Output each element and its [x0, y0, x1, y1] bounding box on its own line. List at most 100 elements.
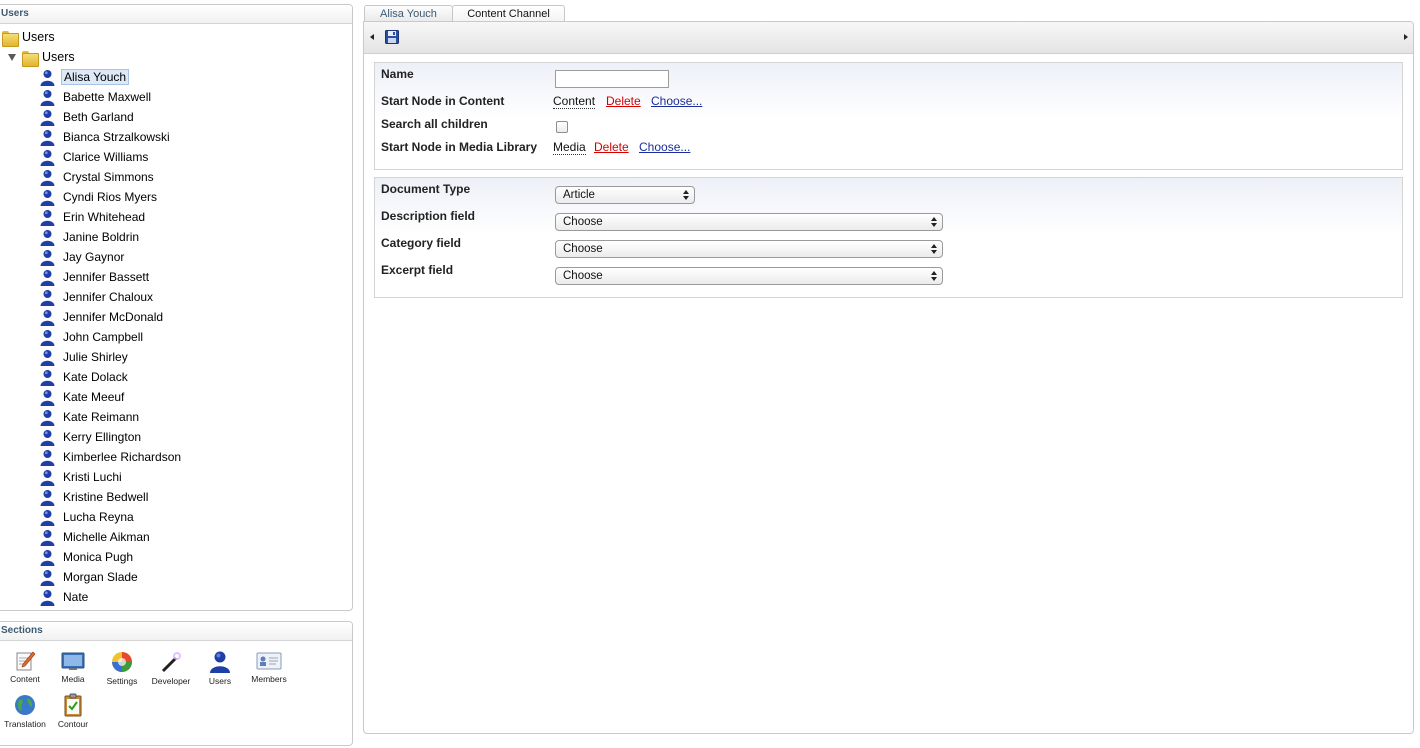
tree-node-user[interactable]: Bianca Strzalkowski: [40, 127, 172, 147]
tab-alisa-youch[interactable]: Alisa Youch: [364, 5, 453, 22]
search-children-checkbox[interactable]: [556, 121, 568, 133]
excerpt-field-label: Excerpt field: [381, 263, 454, 277]
user-icon: [40, 249, 55, 266]
sections-panel-header: Sections: [0, 622, 352, 641]
tree-node-user[interactable]: Monica Pugh: [40, 547, 135, 567]
tree-node-user[interactable]: Beth Garland: [40, 107, 136, 127]
start-node-media-delete-link[interactable]: Delete: [594, 140, 629, 154]
tree-node-user[interactable]: Clarice Williams: [40, 147, 150, 167]
start-node-content-delete-link[interactable]: Delete: [606, 94, 641, 108]
tree-node-user[interactable]: Jay Gaynor: [40, 247, 126, 267]
tree-node-user[interactable]: Nate: [40, 587, 90, 607]
select-arrows-icon: [683, 190, 689, 200]
select-value: Choose: [563, 216, 603, 228]
tree-node-user[interactable]: Kerry Ellington: [40, 427, 143, 447]
select-value: Article: [563, 189, 595, 201]
tree-node-user[interactable]: Babette Maxwell: [40, 87, 153, 107]
tree-node-user[interactable]: Kate Dolack: [40, 367, 130, 387]
scroll-right-icon[interactable]: [1404, 34, 1408, 40]
section-translation[interactable]: Translation: [3, 693, 47, 729]
tree-node-users-folder[interactable]: Users: [8, 47, 75, 67]
select-arrows-icon: [931, 244, 937, 254]
user-icon: [40, 289, 55, 306]
users-tree-panel: Users Users Users Alisa Youch Babette Max…: [0, 4, 353, 611]
scroll-left-icon[interactable]: [370, 34, 374, 40]
category-field-label: Category field: [381, 236, 462, 250]
section-contour[interactable]: Contour: [51, 693, 95, 729]
content-icon: [16, 651, 36, 671]
tree-node-root[interactable]: Users: [2, 27, 55, 47]
contour-icon: [64, 693, 82, 717]
section-label: Settings: [106, 676, 138, 686]
tree-node-user[interactable]: Kate Meeuf: [40, 387, 126, 407]
user-icon: [40, 369, 55, 386]
section-label: Contour: [57, 719, 89, 729]
user-icon: [40, 429, 55, 446]
tree-node-label: Erin Whitehead: [63, 210, 146, 224]
tree-node-user[interactable]: Kristi Luchi: [40, 467, 124, 487]
folder-icon: [2, 30, 19, 47]
user-icon: [40, 309, 55, 326]
tree-node-user[interactable]: Jennifer McDonald: [40, 307, 165, 327]
user-icon: [40, 389, 55, 406]
save-icon[interactable]: [385, 30, 399, 44]
tree-node-label: Kristi Luchi: [63, 470, 122, 484]
expand-arrow-icon[interactable]: [8, 53, 16, 61]
document-settings-panel: Document Type Article Description field …: [374, 177, 1403, 298]
tree-node-user[interactable]: Michelle Aikman: [40, 527, 152, 547]
user-icon: [40, 189, 55, 206]
start-node-content-choose-link[interactable]: Choose...: [651, 94, 702, 108]
tree-node-label: Kate Reimann: [63, 410, 140, 424]
tree-node-user[interactable]: Kristine Bedwell: [40, 487, 150, 507]
tree-node-user[interactable]: Lucha Reyna: [40, 507, 136, 527]
toolbar: [364, 22, 1413, 54]
tab-content-channel[interactable]: Content Channel: [452, 5, 565, 22]
category-field-select[interactable]: Choose: [555, 240, 943, 258]
tree-node-user[interactable]: Morgan Slade: [40, 567, 140, 587]
tree-node-label: Users: [22, 30, 55, 44]
tree-node-user[interactable]: Erin Whitehead: [40, 207, 147, 227]
tree-node-user[interactable]: Crystal Simmons: [40, 167, 156, 187]
user-icon: [40, 129, 55, 146]
tree-node-user[interactable]: Cyndi Rios Myers: [40, 187, 159, 207]
users-icon: [210, 651, 230, 673]
tree-node-label: Jennifer McDonald: [63, 310, 164, 324]
tree-node-user[interactable]: Kate Reimann: [40, 407, 141, 427]
tree-node-user[interactable]: John Campbell: [40, 327, 145, 347]
select-arrows-icon: [931, 217, 937, 227]
section-users[interactable]: Users: [198, 650, 242, 686]
search-children-label: Search all children: [381, 117, 488, 131]
section-developer[interactable]: Developer: [149, 650, 193, 686]
media-icon: [61, 652, 85, 670]
tree-node-user[interactable]: Janine Boldrin: [40, 227, 141, 247]
excerpt-field-select[interactable]: Choose: [555, 267, 943, 285]
tree-node-user[interactable]: Kimberlee Richardson: [40, 447, 183, 467]
user-icon: [40, 329, 55, 346]
tree-node-label: Kimberlee Richardson: [63, 450, 182, 464]
folder-icon: [22, 50, 39, 67]
name-input[interactable]: [555, 70, 669, 88]
user-icon: [40, 89, 55, 106]
start-node-media-choose-link[interactable]: Choose...: [639, 140, 690, 154]
select-arrows-icon: [931, 271, 937, 281]
section-content[interactable]: Content: [3, 650, 47, 684]
start-node-media-value: Media: [553, 140, 586, 155]
tree-node-user[interactable]: Jennifer Bassett: [40, 267, 151, 287]
section-media[interactable]: Media: [51, 650, 95, 684]
tree-node-user[interactable]: Jennifer Chaloux: [40, 287, 155, 307]
user-icon: [40, 229, 55, 246]
tree-node-label: Cyndi Rios Myers: [63, 190, 158, 204]
tree-node-label: Jay Gaynor: [63, 250, 125, 264]
user-icon: [40, 69, 55, 86]
section-label: Media: [61, 674, 85, 684]
user-icon: [40, 549, 55, 566]
user-icon: [40, 349, 55, 366]
section-settings[interactable]: Settings: [100, 650, 144, 686]
tree-node-user[interactable]: Alisa Youch: [40, 67, 130, 87]
user-icon: [40, 209, 55, 226]
section-members[interactable]: Members: [247, 650, 291, 684]
document-type-select[interactable]: Article: [555, 186, 695, 204]
tree-node-user[interactable]: Julie Shirley: [40, 347, 130, 367]
user-icon: [40, 409, 55, 426]
description-field-select[interactable]: Choose: [555, 213, 943, 231]
